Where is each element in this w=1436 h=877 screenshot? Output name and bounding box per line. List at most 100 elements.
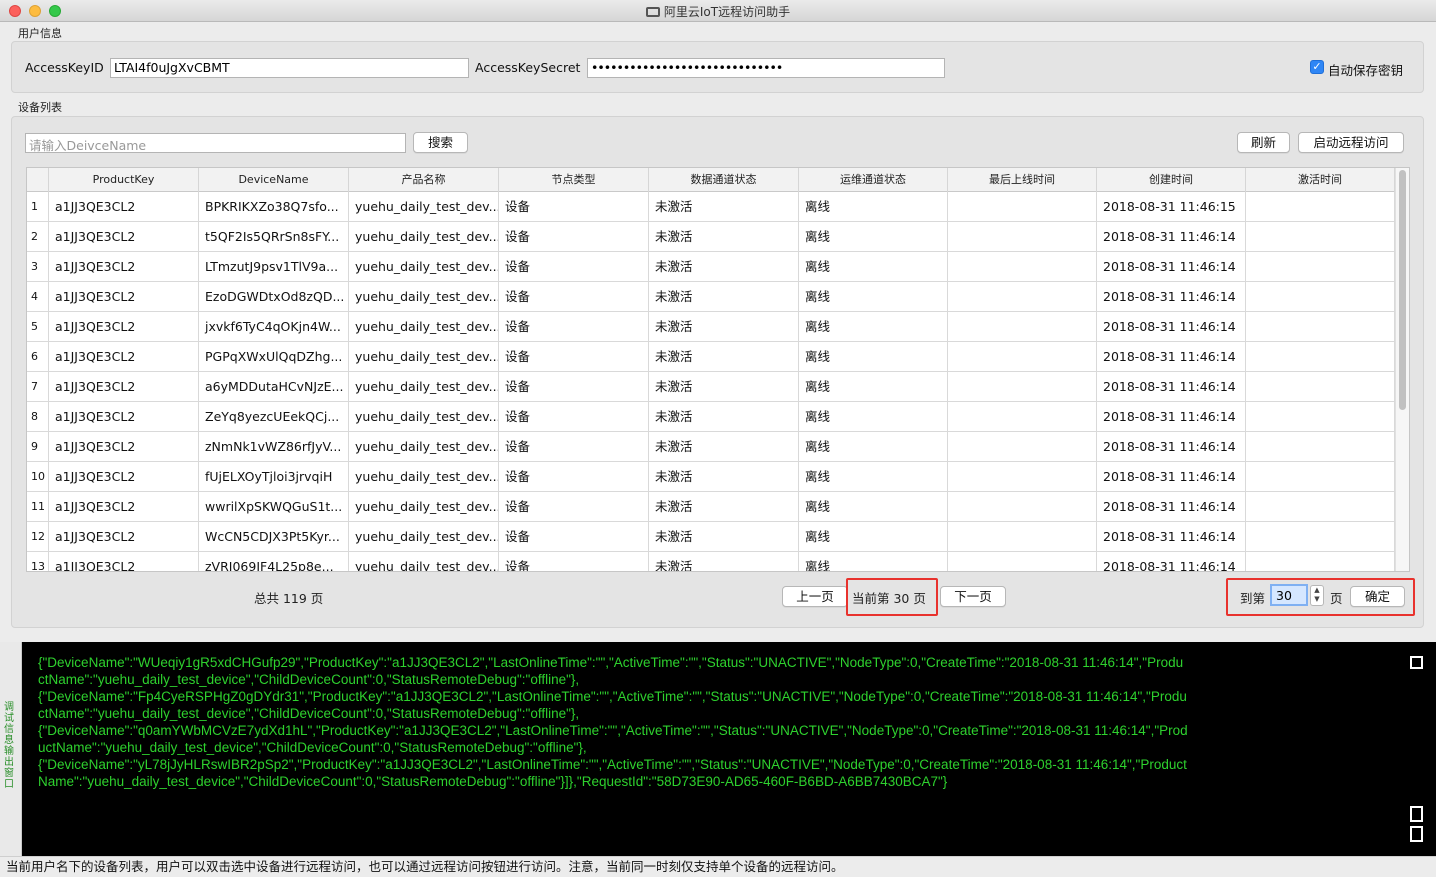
cell-active-time xyxy=(1246,282,1395,312)
next-page-button[interactable]: 下一页 xyxy=(940,586,1006,607)
user-info-section-label: 用户信息 xyxy=(18,27,62,40)
cell-product-key: a1JJ3QE3CL2 xyxy=(49,492,199,522)
header-ops-channel-status[interactable]: 运维通道状态 xyxy=(799,168,948,192)
table-row[interactable]: 4 a1JJ3QE3CL2 EzoDGWDtxOd8zQD... yuehu_dail… xyxy=(27,282,1397,312)
auto-save-checkbox[interactable]: ✓ xyxy=(1310,60,1324,74)
cell-device-name: fUjELXOyTjloi3jrvqiH xyxy=(199,462,349,492)
table-row[interactable]: 5 a1JJ3QE3CL2 jxvkf6TyC4qOKjn4W... yuehu_da… xyxy=(27,312,1397,342)
cell-device-name: jxvkf6TyC4qOKjn4W... xyxy=(199,312,349,342)
header-index xyxy=(27,168,49,192)
cell-data-channel-status: 未激活 xyxy=(649,552,799,571)
debug-console-tab-label: 调试信息输出窗口 xyxy=(4,702,14,790)
table-row[interactable]: 13 a1JJ3QE3CL2 zVRJ069JF4L25p8e... yuehu_da… xyxy=(27,552,1397,571)
debug-console-tab[interactable]: 调试信息输出窗口 xyxy=(0,642,22,856)
cell-last-online-time xyxy=(948,522,1097,552)
table-row[interactable]: 10 a1JJ3QE3CL2 fUjELXOyTjloi3jrvqiH yuehu_d… xyxy=(27,462,1397,492)
cell-node-type: 设备 xyxy=(499,432,649,462)
header-active-time[interactable]: 激活时间 xyxy=(1246,168,1395,192)
cell-product-name: yuehu_daily_test_dev... xyxy=(349,252,499,282)
table-row[interactable]: 1 a1JJ3QE3CL2 BPKRIKXZo38Q7sfo... yuehu_dai… xyxy=(27,192,1397,222)
console-close-icon[interactable] xyxy=(1410,826,1423,842)
cell-last-online-time xyxy=(948,282,1097,312)
header-last-online-time[interactable]: 最后上线时间 xyxy=(948,168,1097,192)
cell-product-key: a1JJ3QE3CL2 xyxy=(49,432,199,462)
cell-data-channel-status: 未激活 xyxy=(649,462,799,492)
cell-product-name: yuehu_daily_test_dev... xyxy=(349,192,499,222)
user-info-group: AccessKeyID LTAI4f0uJgXvCBMT AccessKeySe… xyxy=(11,41,1424,93)
cell-data-channel-status: 未激活 xyxy=(649,192,799,222)
table-row[interactable]: 2 a1JJ3QE3CL2 t5QF2Is5QRrSn8sFY... yuehu_da… xyxy=(27,222,1397,252)
cell-active-time xyxy=(1246,372,1395,402)
cell-node-type: 设备 xyxy=(499,462,649,492)
page-stepper-arrows-icon[interactable]: ▲ ▼ xyxy=(1310,585,1324,606)
cell-last-online-time xyxy=(948,462,1097,492)
cell-create-time: 2018-08-31 11:46:14 xyxy=(1097,522,1246,552)
table-row[interactable]: 11 a1JJ3QE3CL2 wwrilXpSKWQGuS1t... yuehu_da… xyxy=(27,492,1397,522)
window-title-wrap: 阿里云IoT远程访问助手 xyxy=(0,3,1436,20)
table-row[interactable]: 7 a1JJ3QE3CL2 a6yMDDutaHCvNJzE... yuehu_dai… xyxy=(27,372,1397,402)
table-vertical-scrollbar[interactable] xyxy=(1395,168,1409,571)
cell-last-online-time xyxy=(948,312,1097,342)
cell-device-name: ZeYq8yezcUEekQCj... xyxy=(199,402,349,432)
cell-product-key: a1JJ3QE3CL2 xyxy=(49,372,199,402)
cell-product-name: yuehu_daily_test_dev... xyxy=(349,312,499,342)
goto-page-input[interactable]: 30 xyxy=(1270,584,1308,606)
remote-access-button[interactable]: 启动远程访问 xyxy=(1298,132,1404,153)
cell-data-channel-status: 未激活 xyxy=(649,342,799,372)
scrollbar-thumb[interactable] xyxy=(1399,170,1406,410)
refresh-button[interactable]: 刷新 xyxy=(1237,132,1290,153)
table-row[interactable]: 9 a1JJ3QE3CL2 zNmNk1vWZ86rfJyV... yuehu_dai… xyxy=(27,432,1397,462)
cell-product-name: yuehu_daily_test_dev... xyxy=(349,342,499,372)
prev-page-button[interactable]: 上一页 xyxy=(782,586,848,607)
cell-node-type: 设备 xyxy=(499,312,649,342)
cell-ops-channel-status: 离线 xyxy=(799,222,948,252)
cell-create-time: 2018-08-31 11:46:14 xyxy=(1097,462,1246,492)
cell-data-channel-status: 未激活 xyxy=(649,432,799,462)
cell-node-type: 设备 xyxy=(499,342,649,372)
search-button[interactable]: 搜索 xyxy=(413,132,468,153)
cell-device-name: zNmNk1vWZ86rfJyV... xyxy=(199,432,349,462)
cell-ops-channel-status: 离线 xyxy=(799,462,948,492)
cell-last-online-time xyxy=(948,372,1097,402)
cell-data-channel-status: 未激活 xyxy=(649,402,799,432)
cell-last-online-time xyxy=(948,222,1097,252)
cell-product-name: yuehu_daily_test_dev... xyxy=(349,492,499,522)
access-key-secret-field[interactable]: •••••••••••••••••••••••••••••• xyxy=(587,58,945,78)
header-product-key[interactable]: ProductKey xyxy=(49,168,199,192)
cell-device-name: wwrilXpSKWQGuS1t... xyxy=(199,492,349,522)
cell-index: 11 xyxy=(27,492,49,522)
cell-last-online-time xyxy=(948,552,1097,571)
auto-save-label: 自动保存密钥 xyxy=(1328,63,1404,78)
cell-index: 5 xyxy=(27,312,49,342)
cell-create-time: 2018-08-31 11:46:14 xyxy=(1097,342,1246,372)
cell-node-type: 设备 xyxy=(499,192,649,222)
cell-index: 13 xyxy=(27,552,49,571)
cell-device-name: LTmzutJ9psv1TlV9a... xyxy=(199,252,349,282)
console-restore-icon[interactable] xyxy=(1410,806,1423,822)
cell-ops-channel-status: 离线 xyxy=(799,282,948,312)
header-device-name[interactable]: DeviceName xyxy=(199,168,349,192)
access-key-id-field[interactable]: LTAI4f0uJgXvCBMT xyxy=(110,58,469,78)
cell-ops-channel-status: 离线 xyxy=(799,522,948,552)
cell-last-online-time xyxy=(948,192,1097,222)
header-data-channel-status[interactable]: 数据通道状态 xyxy=(649,168,799,192)
cell-create-time: 2018-08-31 11:46:14 xyxy=(1097,492,1246,522)
cell-product-key: a1JJ3QE3CL2 xyxy=(49,462,199,492)
cell-node-type: 设备 xyxy=(499,552,649,571)
cell-active-time xyxy=(1246,192,1395,222)
header-node-type[interactable]: 节点类型 xyxy=(499,168,649,192)
table-row[interactable]: 6 a1JJ3QE3CL2 PGPqXWxUlQqDZhg... yuehu_dail… xyxy=(27,342,1397,372)
cell-index: 12 xyxy=(27,522,49,552)
console-float-icon[interactable] xyxy=(1410,656,1423,669)
cell-product-key: a1JJ3QE3CL2 xyxy=(49,522,199,552)
table-row[interactable]: 12 a1JJ3QE3CL2 WcCN5CDJX3Pt5Kyr... yuehu_da… xyxy=(27,522,1397,552)
cell-node-type: 设备 xyxy=(499,372,649,402)
device-search-input[interactable]: 请输入DeivceName xyxy=(25,133,406,153)
cell-active-time xyxy=(1246,462,1395,492)
cell-create-time: 2018-08-31 11:46:14 xyxy=(1097,312,1246,342)
header-create-time[interactable]: 创建时间 xyxy=(1097,168,1246,192)
table-row[interactable]: 3 a1JJ3QE3CL2 LTmzutJ9psv1TlV9a... yuehu_da… xyxy=(27,252,1397,282)
confirm-page-button[interactable]: 确定 xyxy=(1350,586,1405,607)
table-row[interactable]: 8 a1JJ3QE3CL2 ZeYq8yezcUEekQCj... yuehu_dai… xyxy=(27,402,1397,432)
header-product-name[interactable]: 产品名称 xyxy=(349,168,499,192)
